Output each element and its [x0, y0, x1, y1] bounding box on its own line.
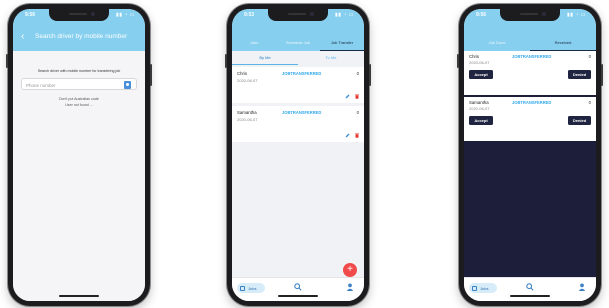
nav-jobs[interactable]: Jobs [469, 283, 497, 293]
search-icon[interactable] [294, 283, 302, 291]
volume-button [6, 54, 8, 68]
power-button [150, 64, 152, 86]
page-title: Search driver by mobile number [35, 33, 128, 40]
status-badge: JOBTRANSFERRED [282, 71, 322, 76]
received-list: Chris 2020-06-07 JOBTRANSFERRED 0 Accept… [464, 51, 596, 283]
count: 0 [356, 110, 359, 115]
user-not-found-message: User not found ... [65, 103, 93, 107]
content: Search driver with mobile number for tra… [13, 51, 145, 301]
signal-wifi-battery-icon: ▮▮ ◔ ▭ [566, 12, 586, 18]
edit-icon[interactable] [345, 133, 350, 138]
count: 0 [588, 54, 591, 59]
transfer-list: Chris 2020-06-07 JOBTRANSFERRED 0 Samant… [232, 65, 364, 283]
phone-number-field[interactable] [21, 78, 137, 90]
search-icon[interactable] [526, 283, 534, 291]
contact-book-icon[interactable] [124, 81, 131, 89]
home-indicator [278, 295, 318, 297]
back-arrow-icon[interactable]: ‹ [21, 32, 24, 42]
denied-button[interactable]: Denied [568, 116, 591, 125]
tab-schedule-job[interactable]: Schedule Job [276, 37, 320, 51]
jobs-icon [472, 285, 477, 291]
delete-icon[interactable] [355, 133, 359, 138]
status-time: 9:56 [25, 12, 36, 18]
tab-received[interactable]: Received [530, 37, 596, 51]
home-indicator [510, 295, 550, 297]
nav-jobs-label: Jobs [248, 285, 257, 291]
bottom-nav: Jobs [232, 277, 364, 301]
add-button[interactable]: + [343, 263, 357, 277]
driver-name: Samantha [237, 110, 257, 115]
screen: 9:56 ▮▮ ◔ ▭ Job Done Received Chris 2020… [464, 9, 596, 301]
tab-job-done[interactable]: Job Done [464, 37, 530, 51]
top-tabs: Job Done Received [464, 37, 596, 51]
list-item: Samantha 2020-06-07 JOBTRANSFERRED 0 Acc… [464, 97, 596, 141]
subtab-by-me[interactable]: By Me [232, 51, 298, 65]
signal-wifi-battery-icon: ▮▮ ◔ ▭ [334, 12, 354, 18]
tab-job-transfer[interactable]: Job Transfer [320, 37, 364, 51]
denied-button[interactable]: Denied [568, 70, 591, 79]
search-hint: Search driver with mobile number for tra… [37, 69, 121, 73]
home-indicator [59, 295, 99, 297]
status-bar: 9:53 ▮▮ ◔ ▭ [242, 11, 354, 21]
status-bar: 9:56 ▮▮ ◔ ▭ [23, 11, 135, 21]
phone-job-transfer-by-me: 9:53 ▮▮ ◔ ▭ Jobs Schedule Job Job Transf… [225, 4, 371, 306]
status-time: 9:53 [244, 12, 255, 18]
delete-icon[interactable] [355, 94, 359, 99]
nav-jobs-label: Jobs [480, 285, 489, 291]
edit-icon[interactable] [345, 94, 350, 99]
user-icon[interactable] [346, 283, 354, 291]
accept-button[interactable]: Accept [469, 70, 493, 79]
status-badge: JOBTRANSFERRED [282, 110, 322, 115]
driver-name: Chris [469, 54, 480, 59]
list-item: Chris 2020-06-07 JOBTRANSFERRED 0 Accept… [464, 51, 596, 95]
phone-search-driver: 9:56 ▮▮ ◔ ▭ ‹ Search driver by mobile nu… [6, 4, 152, 306]
status-badge: JOBTRANSFERRED [512, 100, 552, 105]
screen: 9:56 ▮▮ ◔ ▭ ‹ Search driver by mobile nu… [13, 9, 145, 301]
phone-number-input[interactable] [26, 81, 106, 89]
signal-wifi-battery-icon: ▮▮ ◔ ▭ [115, 12, 135, 18]
job-date: 2020-06-07 [469, 60, 490, 65]
screen: 9:53 ▮▮ ◔ ▭ Jobs Schedule Job Job Transf… [232, 9, 364, 301]
user-icon[interactable] [578, 283, 586, 291]
nav-jobs[interactable]: Jobs [237, 283, 265, 293]
count: 0 [588, 100, 591, 105]
sub-tabs: By Me To Me [232, 51, 364, 65]
status-badge: JOBTRANSFERRED [512, 54, 552, 59]
no-australian-code-note: Don't put Australian code [59, 97, 99, 101]
phone-job-transfer-received: 9:56 ▮▮ ◔ ▭ Job Done Received Chris 2020… [457, 4, 603, 306]
driver-name: Chris [237, 71, 248, 76]
driver-name: Samantha [469, 100, 489, 105]
list-item[interactable]: Chris 2020-06-07 JOBTRANSFERRED 0 [232, 67, 364, 103]
accept-button[interactable]: Accept [469, 116, 493, 125]
job-date: 2020-06-07 [469, 106, 490, 111]
list-item[interactable]: Samantha 2020-06-07 JOBTRANSFERRED 0 [232, 106, 364, 142]
job-date: 2020-06-07 [237, 78, 258, 83]
tab-jobs[interactable]: Jobs [232, 37, 276, 51]
subtab-to-me[interactable]: To Me [298, 51, 364, 65]
job-date: 2020-06-07 [237, 117, 258, 122]
bottom-nav: Jobs [464, 277, 596, 301]
top-tabs: Jobs Schedule Job Job Transfer [232, 37, 364, 51]
count: 0 [356, 71, 359, 76]
status-bar: 9:56 ▮▮ ◔ ▭ [474, 11, 586, 21]
power-button [369, 64, 371, 86]
volume-button [457, 54, 459, 68]
power-button [601, 64, 603, 86]
jobs-icon [240, 285, 245, 291]
status-time: 9:56 [476, 12, 487, 18]
volume-button [225, 54, 227, 68]
